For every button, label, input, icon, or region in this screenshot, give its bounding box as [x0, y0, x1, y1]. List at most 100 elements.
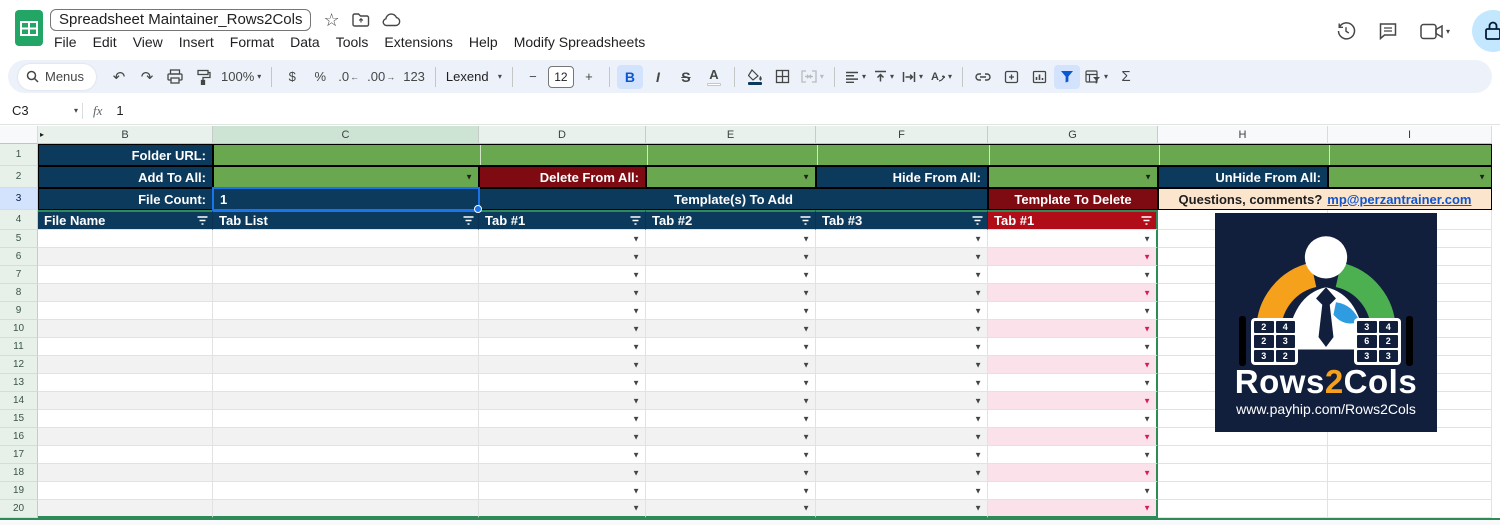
row-header-8[interactable]: 8 [0, 284, 38, 302]
cell-B17[interactable] [38, 446, 213, 464]
cell-F14[interactable]: ▼ [816, 392, 988, 410]
dropdown-arrow-icon[interactable]: ▼ [632, 342, 640, 351]
filter-header-icon[interactable] [972, 216, 983, 225]
cell-G13[interactable]: ▼ [988, 374, 1158, 392]
format-percent-button[interactable]: % [307, 65, 333, 89]
cell-G12[interactable]: ▼ [988, 356, 1158, 374]
print-button[interactable] [162, 65, 188, 89]
menu-edit[interactable]: Edit [85, 32, 125, 52]
cell-D2-delete-from-all-label[interactable]: Delete From All: [479, 166, 646, 188]
cell-B10[interactable] [38, 320, 213, 338]
dropdown-arrow-icon[interactable]: ▼ [802, 504, 810, 513]
column-header-I[interactable]: I [1328, 126, 1492, 144]
cell-G16[interactable]: ▼ [988, 428, 1158, 446]
row-header-4[interactable]: 4 [0, 210, 38, 230]
cell-F5[interactable]: ▼ [816, 230, 988, 248]
dropdown-arrow-icon[interactable]: ▼ [1143, 468, 1151, 477]
dropdown-arrow-icon[interactable]: ▼ [974, 378, 982, 387]
cell-E5[interactable]: ▼ [646, 230, 816, 248]
functions-button[interactable]: Σ [1113, 65, 1139, 89]
cell-I19[interactable] [1328, 482, 1492, 500]
cell-B4-file-name-header[interactable]: File Name [38, 210, 213, 230]
horizontal-align-button[interactable]: ▾ [842, 65, 869, 89]
cell-H3-questions[interactable]: Questions, comments? mp@perzantrainer.co… [1158, 188, 1492, 210]
dropdown-arrow-icon[interactable]: ▼ [1143, 288, 1151, 297]
menu-extensions[interactable]: Extensions [376, 32, 460, 52]
dropdown-arrow-icon[interactable]: ▼ [974, 234, 982, 243]
cell-C10[interactable] [213, 320, 479, 338]
cell-E9[interactable]: ▼ [646, 302, 816, 320]
cell-C13[interactable] [213, 374, 479, 392]
dropdown-arrow-icon[interactable]: ▼ [974, 288, 982, 297]
meet-video-icon[interactable]: ▾ [1420, 23, 1450, 40]
cell-C18[interactable] [213, 464, 479, 482]
cell-H17[interactable] [1158, 446, 1328, 464]
cell-G9[interactable]: ▼ [988, 302, 1158, 320]
cell-C8[interactable] [213, 284, 479, 302]
cell-D20[interactable]: ▼ [479, 500, 646, 518]
cell-C15[interactable] [213, 410, 479, 428]
row-header-13[interactable]: 13 [0, 374, 38, 392]
cell-B14[interactable] [38, 392, 213, 410]
filter-header-icon[interactable] [800, 216, 811, 225]
cell-D10[interactable]: ▼ [479, 320, 646, 338]
cell-F20[interactable]: ▼ [816, 500, 988, 518]
dropdown-arrow-icon[interactable]: ▼ [802, 360, 810, 369]
dropdown-arrow-icon[interactable]: ▼ [632, 504, 640, 513]
borders-button[interactable] [770, 65, 796, 89]
zoom-select[interactable]: 100% ▾ [218, 65, 264, 89]
fill-color-button[interactable] [742, 65, 768, 89]
dropdown-arrow-icon[interactable]: ▼ [974, 450, 982, 459]
redo-button[interactable]: ↷ [134, 65, 160, 89]
font-select[interactable]: Lexend ▾ [443, 65, 505, 89]
menu-insert[interactable]: Insert [171, 32, 222, 52]
cell-E18[interactable]: ▼ [646, 464, 816, 482]
decrease-font-size-button[interactable]: − [520, 65, 546, 89]
cloud-status-icon[interactable] [382, 13, 401, 27]
dropdown-arrow-icon[interactable]: ▼ [632, 252, 640, 261]
cell-D13[interactable]: ▼ [479, 374, 646, 392]
strikethrough-button[interactable]: S [673, 65, 699, 89]
cell-C16[interactable] [213, 428, 479, 446]
dropdown-arrow-icon[interactable]: ▼ [1143, 342, 1151, 351]
cell-C5[interactable] [213, 230, 479, 248]
version-history-icon[interactable] [1336, 21, 1356, 41]
row-header-2[interactable]: 2 [0, 166, 38, 188]
cell-B2-add-to-all-label[interactable]: Add To All: [38, 166, 213, 188]
cell-D9[interactable]: ▼ [479, 302, 646, 320]
cell-D16[interactable]: ▼ [479, 428, 646, 446]
cell-G18[interactable]: ▼ [988, 464, 1158, 482]
cell-E10[interactable]: ▼ [646, 320, 816, 338]
cell-E7[interactable]: ▼ [646, 266, 816, 284]
decrease-decimal-button[interactable]: .0 ← [335, 65, 362, 89]
dropdown-arrow-icon[interactable]: ▼ [974, 468, 982, 477]
row-header-9[interactable]: 9 [0, 302, 38, 320]
column-header-C[interactable]: C [213, 126, 479, 144]
cell-C11[interactable] [213, 338, 479, 356]
row-header-18[interactable]: 18 [0, 464, 38, 482]
dropdown-arrow-icon[interactable]: ▼ [1143, 450, 1151, 459]
text-color-button[interactable]: A [701, 65, 727, 89]
row-header-3[interactable]: 3 [0, 188, 38, 210]
cell-H2-unhide-from-all-label[interactable]: UnHide From All: [1158, 166, 1328, 188]
row-header-19[interactable]: 19 [0, 482, 38, 500]
dropdown-arrow-icon[interactable]: ▼ [1143, 432, 1151, 441]
dropdown-arrow-icon[interactable]: ▼ [632, 432, 640, 441]
cell-F9[interactable]: ▼ [816, 302, 988, 320]
menu-file[interactable]: File [46, 32, 85, 52]
cell-B19[interactable] [38, 482, 213, 500]
cell-F7[interactable]: ▼ [816, 266, 988, 284]
cell-F6[interactable]: ▼ [816, 248, 988, 266]
cell-I2-unhide-dropdown[interactable]: ▼ [1328, 166, 1492, 188]
dropdown-arrow-icon[interactable]: ▼ [802, 270, 810, 279]
cell-G11[interactable]: ▼ [988, 338, 1158, 356]
dropdown-arrow-icon[interactable]: ▼ [802, 252, 810, 261]
increase-decimal-button[interactable]: .00 → [364, 65, 398, 89]
cell-H19[interactable] [1158, 482, 1328, 500]
dropdown-arrow-icon[interactable]: ▼ [1143, 378, 1151, 387]
dropdown-arrow-icon[interactable]: ▼ [632, 414, 640, 423]
cell-F11[interactable]: ▼ [816, 338, 988, 356]
row-header-17[interactable]: 17 [0, 446, 38, 464]
filter-views-button[interactable]: ▾ [1082, 65, 1111, 89]
dropdown-arrow-icon[interactable]: ▼ [802, 288, 810, 297]
